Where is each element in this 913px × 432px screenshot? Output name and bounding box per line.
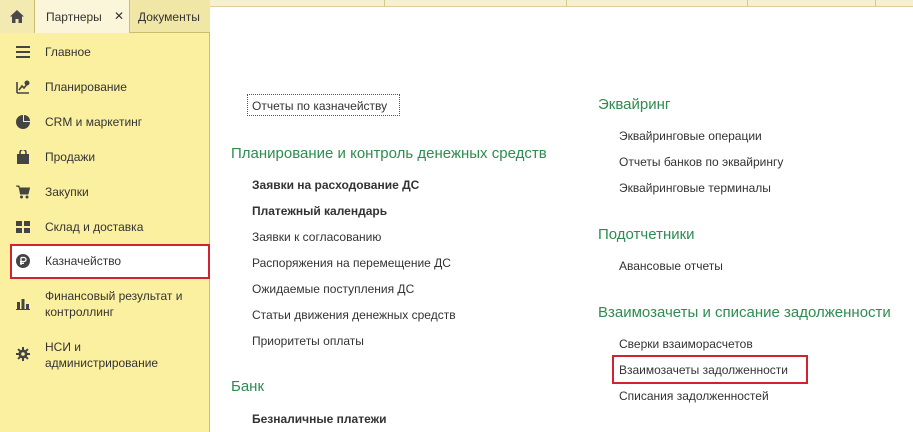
menu-icon bbox=[16, 45, 30, 59]
link-expense-requests[interactable]: Заявки на расходование ДС bbox=[252, 177, 419, 193]
close-icon[interactable]: ✕ bbox=[114, 9, 124, 23]
gear-icon bbox=[16, 347, 30, 361]
ruble-icon bbox=[16, 254, 30, 268]
top-strip-divider bbox=[384, 0, 385, 7]
link-treasury-reports[interactable]: Отчеты по казначейству bbox=[252, 98, 387, 114]
link-advance-reports[interactable]: Авансовые отчеты bbox=[619, 258, 723, 274]
tab-partners-label: Партнеры bbox=[46, 9, 102, 24]
tab-home[interactable] bbox=[0, 0, 35, 33]
sidebar-item-financial-result[interactable]: Финансовый результат и контроллинг bbox=[0, 286, 209, 322]
link-noncash-payments[interactable]: Безналичные платежи bbox=[252, 411, 386, 427]
sidebar-item-label: Главное bbox=[45, 45, 91, 59]
sidebar-item-treasury[interactable]: Казначейство bbox=[0, 250, 209, 272]
sidebar-item-warehouse[interactable]: Склад и доставка bbox=[0, 216, 209, 238]
sidebar-item-label-line: Финансовый результат и bbox=[45, 289, 183, 303]
home-icon bbox=[10, 10, 24, 23]
top-strip-divider bbox=[875, 0, 876, 7]
app-window: Партнеры ✕ Документы Главное Планировани… bbox=[0, 0, 913, 432]
link-cash-flow-items[interactable]: Статьи движения денежных средств bbox=[252, 307, 456, 323]
sidebar-item-label-line: НСИ и bbox=[45, 340, 81, 354]
link-acquiring-terminals[interactable]: Эквайринговые терминалы bbox=[619, 180, 771, 196]
sidebar-item-label: CRM и маркетинг bbox=[45, 115, 143, 129]
link-payment-calendar[interactable]: Платежный календарь bbox=[252, 203, 387, 219]
sidebar: Главное Планирование CRM и маркетинг Про… bbox=[0, 33, 210, 432]
link-bank-acquiring-reports[interactable]: Отчеты банков по эквайрингу bbox=[619, 154, 783, 170]
bar-chart-icon bbox=[16, 296, 30, 310]
sidebar-item-main[interactable]: Главное bbox=[0, 41, 209, 63]
tab-documents[interactable]: Документы bbox=[130, 0, 210, 33]
sidebar-item-crm[interactable]: CRM и маркетинг bbox=[0, 111, 209, 133]
sidebar-item-label: Продажи bbox=[45, 150, 96, 164]
bag-icon bbox=[16, 150, 30, 164]
sidebar-item-label: Склад и доставка bbox=[45, 220, 144, 234]
section-title-bank: Банк bbox=[231, 378, 265, 395]
sidebar-item-admin[interactable]: НСИ и администрирование bbox=[0, 337, 209, 373]
sidebar-item-planning[interactable]: Планирование bbox=[0, 76, 209, 98]
main-content: Отчеты по казначейству Планирование и ко… bbox=[211, 8, 913, 432]
planning-icon bbox=[16, 80, 30, 94]
sidebar-item-purchases[interactable]: Закупки bbox=[0, 181, 209, 203]
link-requests-approval[interactable]: Заявки к согласованию bbox=[252, 229, 381, 245]
sidebar-item-label: Закупки bbox=[45, 185, 89, 199]
section-title-acquiring: Эквайринг bbox=[598, 96, 671, 113]
sidebar-item-label-line: администрирование bbox=[45, 356, 159, 370]
tab-partners[interactable]: Партнеры ✕ bbox=[35, 0, 130, 33]
tab-bar: Партнеры ✕ Документы bbox=[0, 0, 210, 33]
section-title-offsets: Взаимозачеты и списание задолженности bbox=[598, 304, 891, 321]
warehouse-icon bbox=[16, 220, 30, 234]
link-expected-receipts[interactable]: Ожидаемые поступления ДС bbox=[252, 281, 414, 297]
sidebar-item-label: Казначейство bbox=[45, 254, 122, 268]
link-transfer-orders[interactable]: Распоряжения на перемещение ДС bbox=[252, 255, 451, 271]
sidebar-item-label: Планирование bbox=[45, 80, 127, 94]
section-title-accountable-persons: Подотчетники bbox=[598, 226, 695, 243]
top-strip bbox=[210, 0, 913, 7]
link-acquiring-operations[interactable]: Эквайринговые операции bbox=[619, 128, 762, 144]
link-payment-priorities[interactable]: Приоритеты оплаты bbox=[252, 333, 364, 349]
sidebar-item-label-line: контроллинг bbox=[45, 305, 114, 319]
top-strip-divider bbox=[566, 0, 567, 7]
sidebar-item-sales[interactable]: Продажи bbox=[0, 146, 209, 168]
link-settlement-reconciliation[interactable]: Сверки взаиморасчетов bbox=[619, 336, 753, 352]
link-debt-offsets[interactable]: Взаимозачеты задолженности bbox=[619, 362, 788, 378]
pie-chart-icon bbox=[16, 115, 30, 129]
top-strip-divider bbox=[747, 0, 748, 7]
sidebar-item-label: НСИ и администрирование bbox=[45, 339, 158, 371]
tab-documents-label: Документы bbox=[138, 9, 200, 24]
link-debt-writeoffs[interactable]: Списания задолженностей bbox=[619, 388, 769, 404]
cart-icon bbox=[16, 185, 30, 199]
section-title-cash-planning: Планирование и контроль денежных средств bbox=[231, 145, 547, 162]
sidebar-item-label: Финансовый результат и контроллинг bbox=[45, 288, 182, 320]
